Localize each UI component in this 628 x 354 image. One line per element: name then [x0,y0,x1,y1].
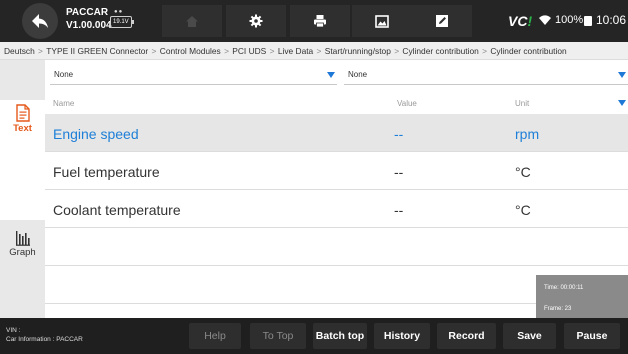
edit-icon [436,15,448,27]
breadcrumb-separator: > [35,46,46,56]
car-information: Car Information : PACCAR [6,336,83,343]
voltage-badge: 19.1V [110,16,134,28]
wifi-icon [539,15,551,25]
chevron-down-icon [327,72,335,78]
document-icon [15,104,30,122]
column-header-value: Value [397,99,417,108]
voltage-indicator-dots: ●● [114,9,124,15]
row-value: -- [394,126,404,142]
history-button[interactable]: History [374,323,430,349]
breadcrumb-item[interactable]: Live Data [278,46,313,56]
save-button[interactable]: Save [503,323,556,349]
frame-count: Frame: 23 [544,306,572,312]
clock: 10:06 [596,13,627,27]
chevron-down-icon [618,72,626,78]
breadcrumb-item[interactable]: Deutsch [4,46,35,56]
filter-select-2-value: None [348,70,368,79]
edit-button[interactable] [412,5,472,37]
pause-button[interactable]: Pause [564,323,620,349]
breadcrumb-item[interactable]: Control Modules [160,46,221,56]
breadcrumb-separator: > [479,46,490,56]
filter-select-2[interactable]: None [344,65,628,85]
breadcrumb-separator: > [149,46,159,56]
home-button[interactable] [162,5,222,37]
breadcrumb-item[interactable]: Start/running/stop [325,46,391,56]
record-button[interactable]: Record [437,323,496,349]
screenshot-button[interactable] [352,5,412,37]
breadcrumb-item[interactable]: Cylinder contribution [402,46,478,56]
app-version: V1.00.004 [66,20,112,31]
vehicle-info: VIN : Car Information : PACCAR [6,326,83,344]
row-name: Engine speed [53,126,139,142]
print-button[interactable] [290,5,350,37]
row-unit: °C [515,202,531,218]
table-row[interactable]: Coolant temperature -- °C [45,190,628,228]
column-header-unit: Unit [515,99,530,108]
breadcrumb-separator: > [221,46,232,56]
tab-graph[interactable]: Graph [0,230,45,280]
breadcrumb-item[interactable]: Cylinder contribution [490,46,566,56]
bar-graph-icon [15,231,30,246]
batch-top-button[interactable]: Batch top [313,323,367,349]
vin-label: VIN : [6,327,21,334]
breadcrumb: Deutsch > TYPE II GREEN Connector > Cont… [0,42,628,60]
unit-dropdown-icon[interactable] [618,100,626,106]
tab-text[interactable]: Text [0,100,45,220]
breadcrumb-separator: > [267,46,277,56]
row-value: -- [394,164,404,180]
tab-text-label: Text [13,123,32,134]
battery-icon [584,16,592,26]
table-row[interactable]: Engine speed -- rpm [45,114,628,152]
filter-select-1-value: None [54,70,74,79]
home-icon [186,15,198,27]
row-unit: rpm [515,126,540,142]
battery-percent: 100% [555,14,584,26]
breadcrumb-separator: > [314,46,324,56]
recording-info-overlay: Time: 00:00:11 Frame: 23 [536,275,628,318]
side-rail: Text Graph [0,60,45,318]
bottom-bar: VIN : Car Information : PACCAR Help To T… [0,318,628,354]
vci-connected-mark: ! [527,13,533,29]
row-unit: °C [515,164,531,180]
top-bar: PACCAR V1.00.004 ●● 19.1V VC! 100% 10:06 [0,0,628,42]
table-row[interactable] [45,228,628,266]
row-name: Fuel temperature [53,164,160,180]
table-row[interactable]: Fuel temperature -- °C [45,152,628,190]
breadcrumb-item[interactable]: PCI UDS [232,46,266,56]
breadcrumb-item[interactable]: TYPE II GREEN Connector [46,46,148,56]
column-header-name[interactable]: Name [53,99,74,108]
back-arrow-icon [32,14,48,28]
vci-label: VC [508,13,528,29]
row-name: Coolant temperature [53,202,181,218]
gear-icon [249,14,263,28]
elapsed-time: Time: 00:00:11 [544,285,584,291]
to-top-button[interactable]: To Top [250,323,306,349]
vci-status: VC! [508,13,532,29]
breadcrumb-separator: > [391,46,402,56]
table-header: Name Value Unit [45,92,628,114]
back-button[interactable] [22,3,58,39]
help-button[interactable]: Help [189,323,241,349]
printer-icon [314,15,326,28]
image-icon [375,14,389,28]
settings-button[interactable] [226,5,286,37]
row-value: -- [394,202,404,218]
tab-graph-label: Graph [9,247,36,258]
app-name: PACCAR [66,7,109,18]
filter-select-1[interactable]: None [50,65,337,85]
